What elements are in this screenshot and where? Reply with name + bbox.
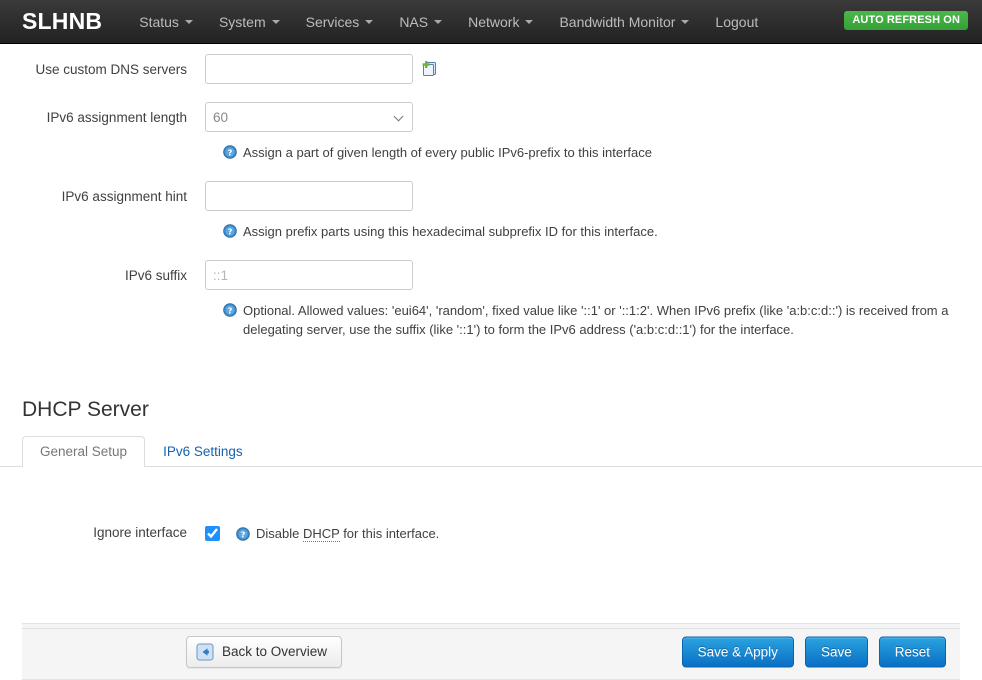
chevron-down-icon xyxy=(525,19,534,24)
help-icon[interactable]: ? xyxy=(223,145,237,159)
label-ipv6-assignment-hint: IPv6 assignment hint xyxy=(61,189,187,204)
dhcp-tabs: General Setup IPv6 Settings xyxy=(0,436,982,467)
nav-item-logout[interactable]: Logout xyxy=(702,0,771,43)
back-to-overview-button[interactable]: Back to Overview xyxy=(186,635,343,668)
help-text: Optional. Allowed values: 'eui64', 'rand… xyxy=(243,303,949,337)
custom-dns-input[interactable] xyxy=(205,54,413,84)
nav-item-services[interactable]: Services xyxy=(293,0,387,43)
ignore-interface-help: ? Disable DHCP for this interface. xyxy=(236,524,439,543)
nav-item-bandwidth-monitor[interactable]: Bandwidth Monitor xyxy=(546,0,702,43)
svg-text:?: ? xyxy=(228,226,233,236)
help-inner: ? Assign a part of given length of every… xyxy=(205,140,652,165)
field-row-ipv6-assignment-hint: IPv6 assignment hint xyxy=(0,181,982,213)
field-custom-dns xyxy=(205,54,982,84)
auto-refresh-badge[interactable]: AUTO REFRESH ON xyxy=(844,11,968,30)
label-custom-dns: Use custom DNS servers xyxy=(35,62,187,77)
bottom-divider xyxy=(22,628,960,629)
field-ipv6-assignment-hint xyxy=(205,181,982,211)
tab-general-setup[interactable]: General Setup xyxy=(22,436,146,467)
ipv6-assignment-length-select[interactable]: 60 xyxy=(205,102,413,132)
footer-actions: Save & Apply Save Reset xyxy=(681,636,946,667)
ipv6-assignment-length-select-wrap: 60 xyxy=(205,102,413,132)
svg-text:?: ? xyxy=(228,305,233,315)
ipv6-suffix-input[interactable] xyxy=(205,260,413,290)
ipv6-assignment-hint-input[interactable] xyxy=(205,181,413,211)
nav-item-label: NAS xyxy=(399,13,429,30)
save-button[interactable]: Save xyxy=(804,636,868,667)
help-inner: ? Optional. Allowed values: 'eui64', 'ra… xyxy=(205,298,973,342)
nav-item-status[interactable]: Status xyxy=(126,0,206,43)
nav-item-label: Services xyxy=(305,13,360,30)
field-ignore-interface: ? Disable DHCP for this interface. xyxy=(205,524,982,543)
svg-text:?: ? xyxy=(241,529,246,539)
add-document-icon[interactable] xyxy=(421,60,439,78)
page-content: Use custom DNS servers IPv6 assignment l… xyxy=(0,44,982,680)
tab-ipv6-settings[interactable]: IPv6 Settings xyxy=(145,436,261,467)
nav-item-label: System xyxy=(218,13,266,30)
help-row-ipv6-assignment-hint: ? Assign prefix parts using this hexadec… xyxy=(0,219,982,244)
field-row-custom-dns: Use custom DNS servers xyxy=(0,54,982,86)
help-text: Assign prefix parts using this hexadecim… xyxy=(243,224,658,239)
help-text: Assign a part of given length of every p… xyxy=(243,145,652,160)
nav-item-system[interactable]: System xyxy=(206,0,293,43)
help-icon[interactable]: ? xyxy=(223,303,237,317)
brand-logo[interactable]: SLHNB xyxy=(22,10,102,33)
ignore-interface-checkbox[interactable] xyxy=(205,525,220,541)
save-apply-button[interactable]: Save & Apply xyxy=(681,636,794,667)
nav-item-label: Bandwidth Monitor xyxy=(559,13,676,30)
nav-item-label: Status xyxy=(139,13,179,30)
nav-menu: Status System Services NAS Network Bandw… xyxy=(126,0,771,43)
chevron-down-icon xyxy=(271,19,280,24)
field-row-ipv6-assignment-length: IPv6 assignment length 60 xyxy=(0,102,982,134)
back-arrow-icon xyxy=(196,643,214,661)
reset-button[interactable]: Reset xyxy=(878,636,946,667)
help-icon[interactable]: ? xyxy=(236,527,250,541)
chevron-down-icon xyxy=(434,19,443,24)
chevron-down-icon xyxy=(681,19,690,24)
nav-item-label: Network xyxy=(468,13,520,30)
label-ipv6-assignment-length: IPv6 assignment length xyxy=(46,110,187,125)
help-inner: ? Assign prefix parts using this hexadec… xyxy=(205,219,658,244)
form-footer-panel: Back to Overview Save & Apply Save Reset xyxy=(22,623,960,680)
svg-text:?: ? xyxy=(228,147,233,157)
field-ipv6-assignment-length: 60 xyxy=(205,102,982,132)
help-text-prefix: Disable xyxy=(256,525,303,541)
field-row-ignore-interface: Ignore interface ? Disable DHCP for this… xyxy=(0,517,982,549)
chevron-down-icon xyxy=(365,19,374,24)
help-icon[interactable]: ? xyxy=(223,224,237,238)
help-text-suffix: for this interface. xyxy=(339,525,440,541)
help-row-ipv6-assignment-length: ? Assign a part of given length of every… xyxy=(0,140,982,165)
label-ignore-interface: Ignore interface xyxy=(93,525,187,540)
nav-item-label: Logout xyxy=(715,13,759,30)
help-row-ipv6-suffix: ? Optional. Allowed values: 'eui64', 'ra… xyxy=(0,298,982,342)
nav-item-network[interactable]: Network xyxy=(455,0,546,43)
label-ipv6-suffix: IPv6 suffix xyxy=(124,268,187,283)
field-row-ipv6-suffix: IPv6 suffix xyxy=(0,260,982,292)
field-ipv6-suffix xyxy=(205,260,982,290)
section-title-dhcp-server: DHCP Server xyxy=(22,398,149,421)
chevron-down-icon xyxy=(184,19,193,24)
nav-item-nas[interactable]: NAS xyxy=(386,0,455,43)
back-to-overview-label: Back to Overview xyxy=(222,644,328,659)
top-navbar: SLHNB Status System Services NAS Network… xyxy=(0,0,982,44)
ignore-interface-help-text: Disable DHCP for this interface. xyxy=(256,524,439,543)
dhcp-abbr: DHCP xyxy=(302,525,340,542)
